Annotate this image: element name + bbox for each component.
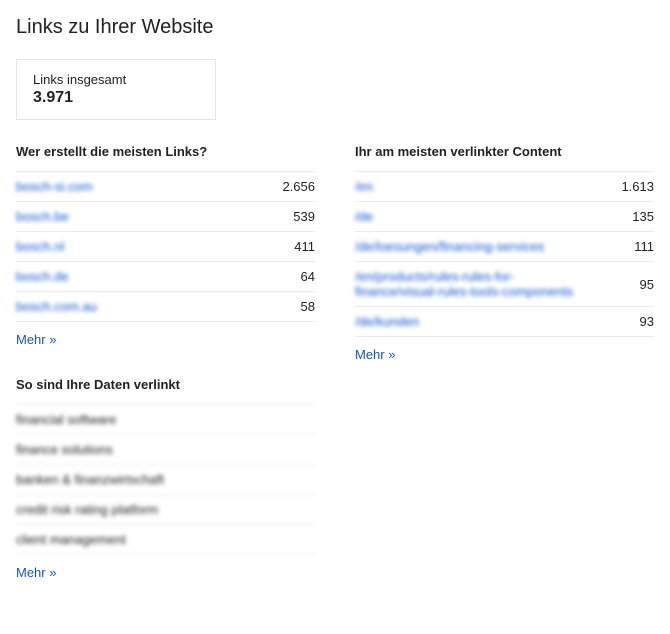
page-title: Links zu Ihrer Website	[16, 16, 654, 39]
table-row[interactable]: credit risk rating platform	[16, 494, 315, 524]
table-row[interactable]: bosch.de 64	[16, 261, 315, 291]
table-row[interactable]: /de 135	[355, 201, 654, 231]
table-row[interactable]: banken & finanzwirtschaft	[16, 464, 315, 494]
top-linkers-heading: Wer erstellt die meisten Links?	[16, 144, 315, 159]
anchor-text-section: So sind Ihre Daten verlinkt financial so…	[16, 377, 315, 580]
linker-domain: bosch.nl	[16, 239, 64, 254]
table-row[interactable]: bosch.be 539	[16, 201, 315, 231]
anchor-text-heading: So sind Ihre Daten verlinkt	[16, 377, 315, 392]
table-row[interactable]: bosch-si.com 2.656	[16, 171, 315, 201]
linker-domain: bosch.com.au	[16, 299, 97, 314]
table-row[interactable]: client management	[16, 524, 315, 555]
table-row[interactable]: finance solutions	[16, 434, 315, 464]
linker-count: 58	[301, 299, 315, 314]
linker-domain: bosch.be	[16, 209, 69, 224]
content-path: /de/kunden	[355, 314, 419, 329]
linker-count: 2.656	[282, 179, 315, 194]
top-content-section: Ihr am meisten verlinkter Content /en 1.…	[355, 144, 654, 362]
table-row[interactable]: /en 1.613	[355, 171, 654, 201]
linker-domain: bosch.de	[16, 269, 69, 284]
content-count: 95	[640, 277, 654, 292]
content-count: 111	[634, 239, 654, 254]
content-count: 135	[632, 209, 654, 224]
table-row[interactable]: bosch.com.au 58	[16, 291, 315, 322]
content-path: /de	[355, 209, 373, 224]
more-content-link[interactable]: Mehr »	[355, 347, 395, 362]
content-path: /en	[355, 179, 373, 194]
linker-domain: bosch-si.com	[16, 179, 93, 194]
top-content-heading: Ihr am meisten verlinkter Content	[355, 144, 654, 159]
more-anchors-link[interactable]: Mehr »	[16, 565, 56, 580]
linker-count: 539	[293, 209, 315, 224]
total-links-value: 3.971	[33, 89, 199, 107]
total-links-box: Links insgesamt 3.971	[16, 59, 216, 120]
more-linkers-link[interactable]: Mehr »	[16, 332, 56, 347]
table-row[interactable]: financial software	[16, 404, 315, 434]
content-count: 1.613	[621, 179, 654, 194]
total-links-label: Links insgesamt	[33, 72, 199, 87]
linker-count: 411	[294, 239, 315, 254]
content-count: 93	[640, 314, 654, 329]
table-row[interactable]: /en/products/rules-rules-for-finance/vis…	[355, 261, 654, 306]
table-row[interactable]: /de/kunden 93	[355, 306, 654, 337]
table-row[interactable]: /de/loesungen/financing-services 111	[355, 231, 654, 261]
linker-count: 64	[301, 269, 315, 284]
top-linkers-section: Wer erstellt die meisten Links? bosch-si…	[16, 144, 315, 347]
content-path: /en/products/rules-rules-for-finance/vis…	[355, 269, 579, 299]
table-row[interactable]: bosch.nl 411	[16, 231, 315, 261]
content-path: /de/loesungen/financing-services	[355, 239, 544, 254]
